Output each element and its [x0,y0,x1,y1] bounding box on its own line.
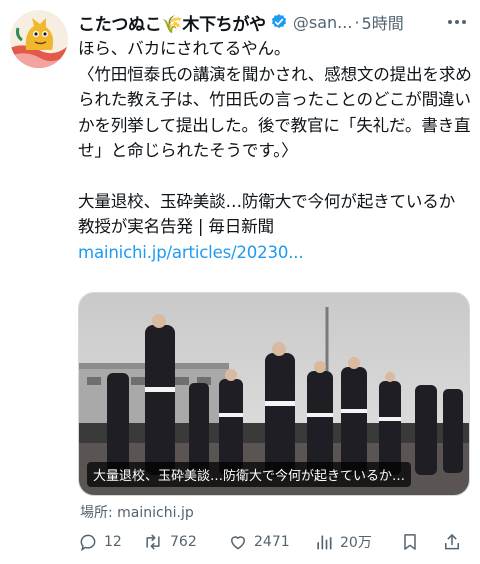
share-button[interactable] [438,532,462,552]
tweet-paragraph-1: ほら、バカにされてるやん。 〈竹田恒泰氏の講演を聞かされ、感想文の提出を求められ… [78,39,472,160]
tweet-text: ほら、バカにされてるやん。 〈竹田恒泰氏の講演を聞かされ、感想文の提出を求められ… [78,36,474,265]
reply-icon [80,534,96,552]
tweet-paragraph-2: 大量退校、玉砕美談…防衛大で今何が起きているか 教授が実名告発 | 毎日新聞 m… [78,189,474,266]
share-icon [445,534,459,550]
views-button[interactable]: 20万 [314,532,400,552]
separator-dot: · [354,12,360,32]
like-button[interactable]: 2471 [228,532,314,552]
like-icon [231,536,245,550]
more-icon[interactable] [446,10,468,34]
tweet-time[interactable]: 5時間 [362,10,404,34]
bookmark-button[interactable] [400,532,438,552]
action-bar: 12 762 2471 20万 [78,530,470,554]
views-icon [317,535,332,550]
link-card[interactable]: 大量退校、玉砕美談…防衛大で今何が起きているか… [78,292,470,496]
bookmark-icon [404,534,416,550]
article-headline-text: 大量退校、玉砕美談…防衛大で今何が起きているか 教授が実名告発 | 毎日新聞 [78,191,472,237]
retweet-button[interactable]: 762 [142,532,228,552]
author-handle[interactable]: @san... [293,13,353,32]
tweet-header: こたつぬこ🌾木下ちがや @san... · 5時間 [78,10,470,35]
reply-count: 12 [104,534,122,550]
article-link[interactable]: mainichi.jp/articles/20230... [78,243,304,262]
card-source[interactable]: 場所: mainichi.jp [80,502,194,522]
retweet-icon [146,534,160,550]
avatar[interactable] [10,10,68,68]
author-name[interactable]: こたつぬこ🌾木下ちがや [78,10,266,35]
card-title: 大量退校、玉砕美談…防衛大で今何が起きているか… [87,462,412,487]
retweet-count: 762 [170,534,197,550]
like-count: 2471 [254,534,290,550]
views-count: 20万 [340,535,372,551]
verified-badge-icon [270,13,288,31]
reply-button[interactable]: 12 [78,532,142,552]
